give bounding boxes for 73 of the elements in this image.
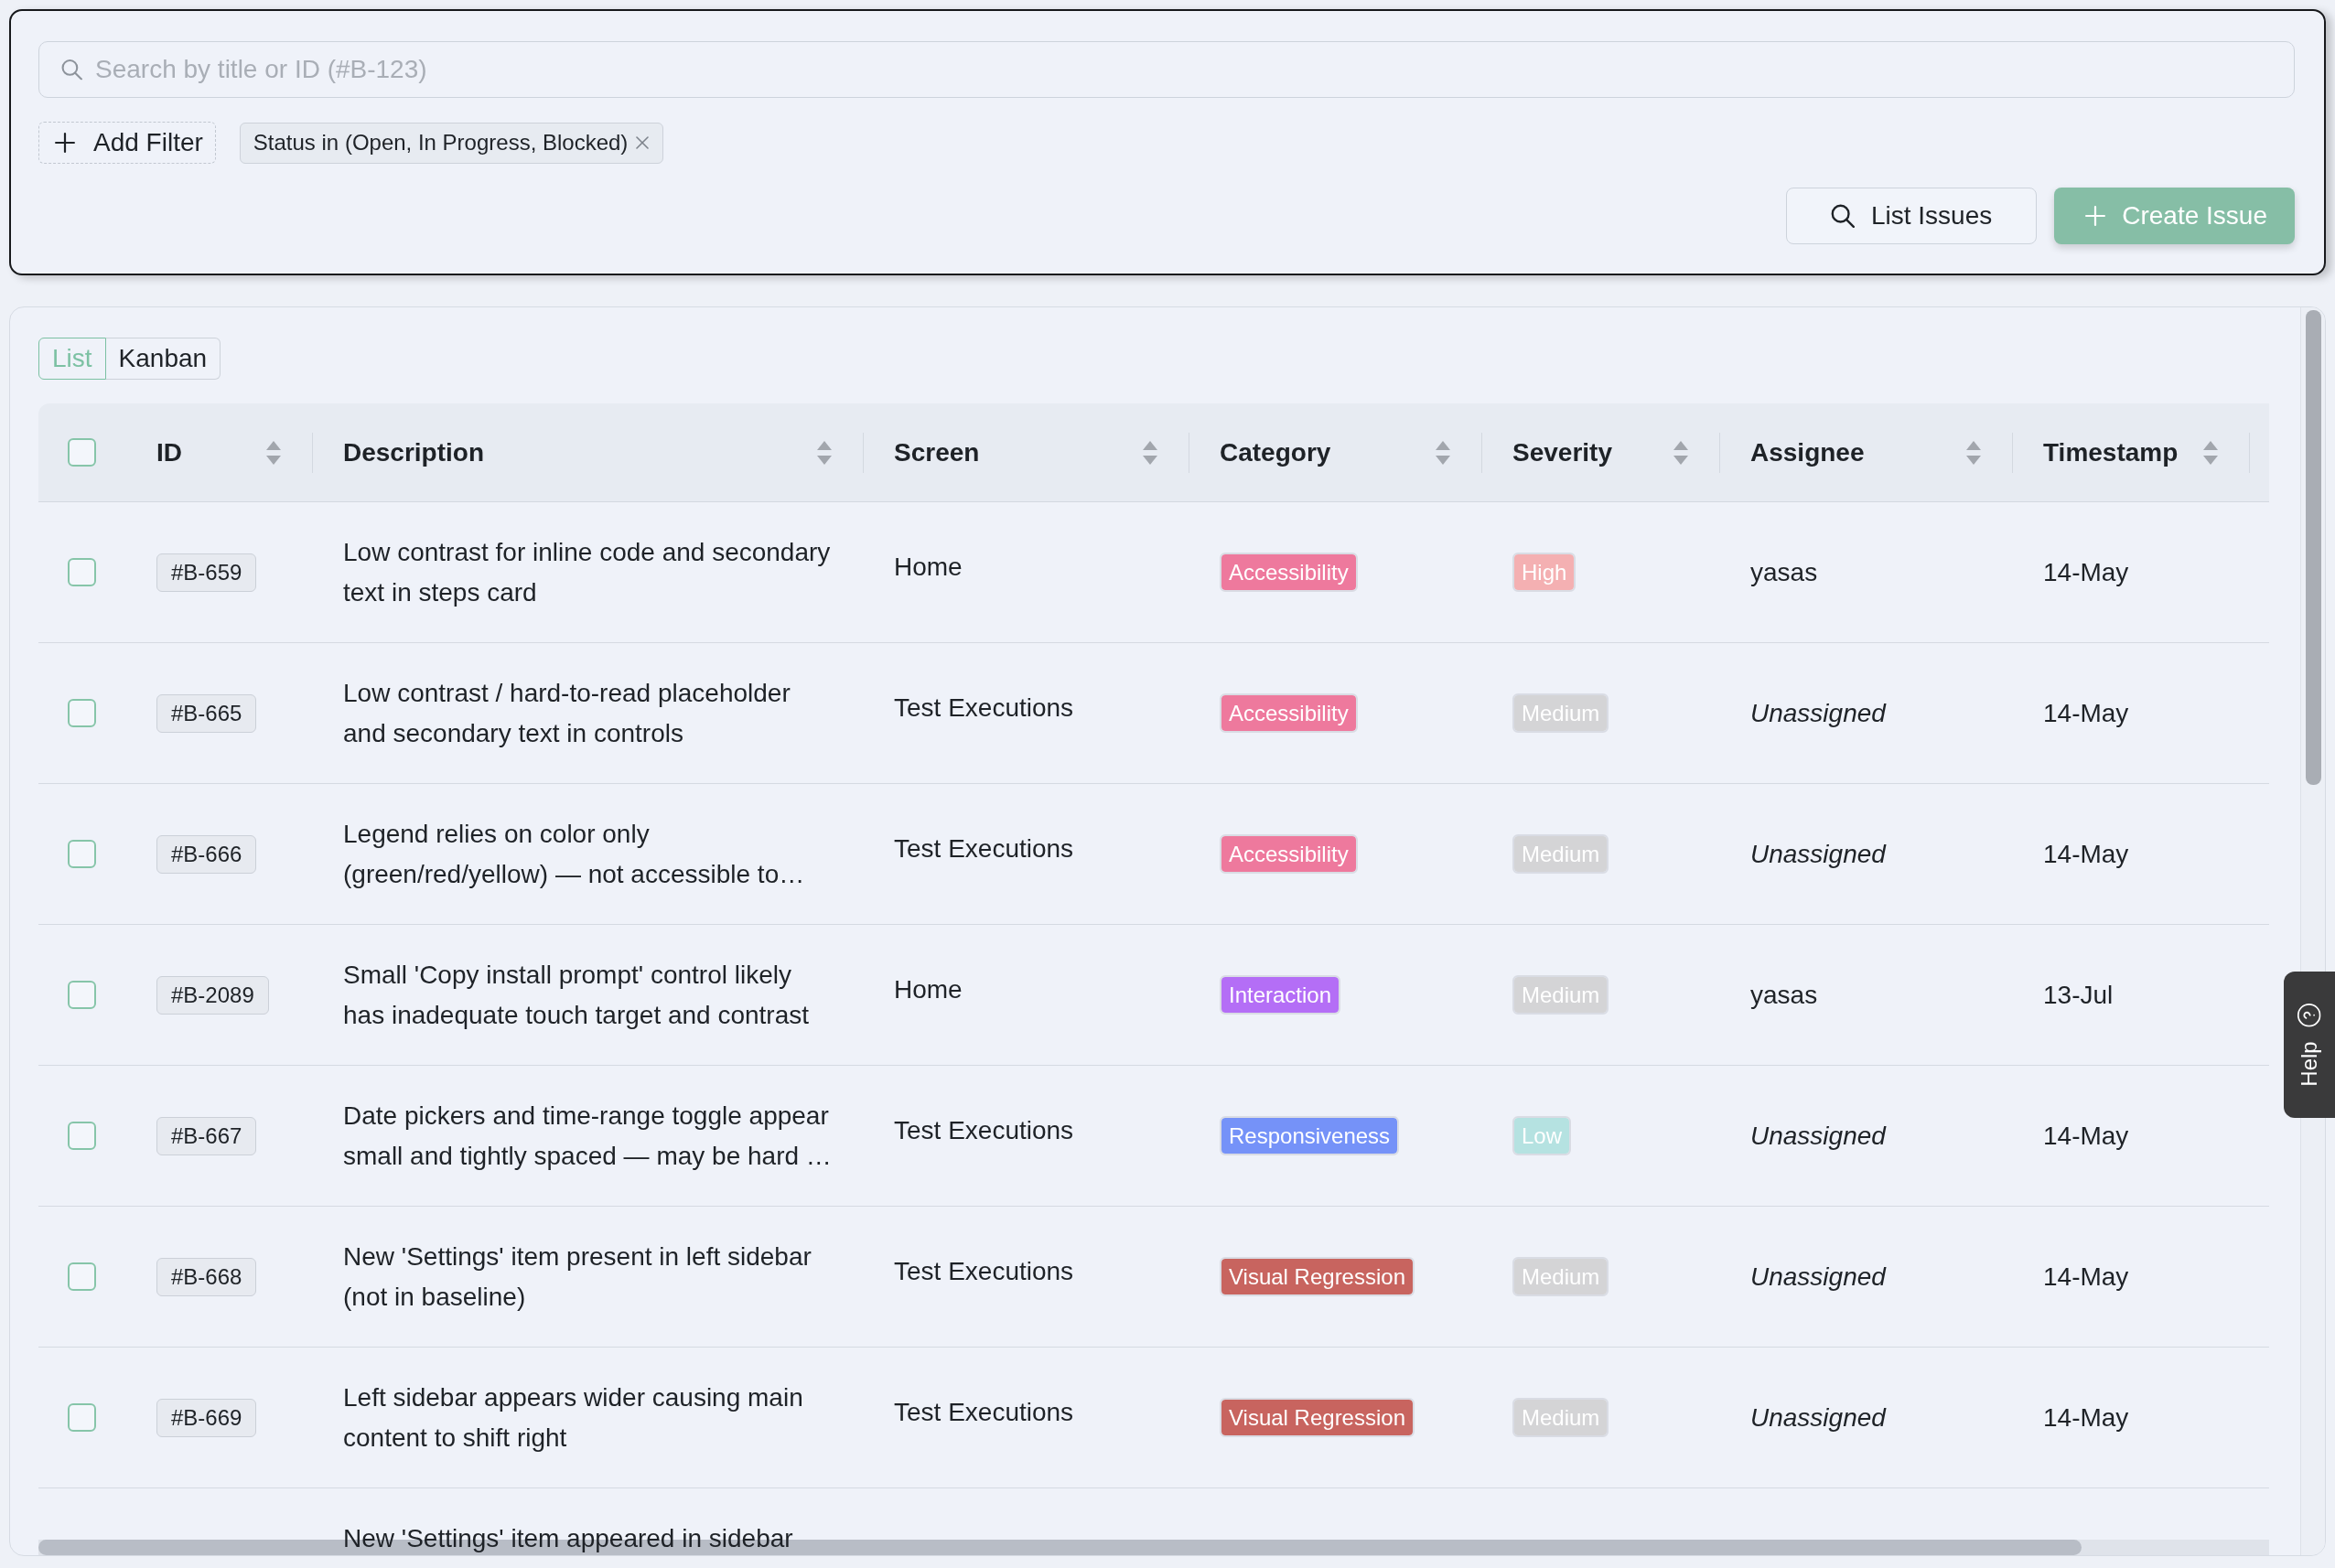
- sort-icon: [266, 440, 281, 465]
- sort-icon: [1966, 440, 1981, 465]
- plus-icon: [55, 133, 75, 153]
- screen-name: Test Executions: [894, 693, 1074, 723]
- issue-id-tag: #B-666: [156, 834, 257, 874]
- search-field[interactable]: Search by title or ID (#B-123): [38, 41, 2295, 98]
- issue-id-tag: #B-2089: [156, 975, 269, 1015]
- assignee-name: Unassigned: [1750, 839, 1886, 869]
- timestamp: 14-May: [2043, 1262, 2129, 1292]
- category-tag: Accessibility: [1220, 693, 1358, 733]
- row-checkbox[interactable]: [68, 1122, 96, 1150]
- description-text: Small 'Copy install prompt' control likely has inadequate touch target and contrast: [343, 960, 811, 1031]
- timestamp: 13-Jul: [2043, 980, 2114, 1010]
- screen-name: Home: [894, 552, 963, 582]
- category-tag: Visual Regression: [1220, 1257, 1415, 1296]
- sort-icon: [1143, 440, 1157, 465]
- description-text: Left sidebar appears wider causing main content to shift right: [343, 1382, 804, 1454]
- search-icon: [61, 59, 82, 81]
- view-tab[interactable]: Kanban: [105, 338, 221, 380]
- sort-icon: [817, 440, 832, 465]
- row-checkbox[interactable]: [68, 840, 96, 868]
- row-checkbox[interactable]: [68, 1403, 96, 1432]
- add-filter-button[interactable]: Add Filter: [38, 122, 216, 164]
- assignee-name: Unassigned: [1750, 698, 1886, 728]
- timestamp: 14-May: [2043, 1121, 2129, 1151]
- sort-icon: [1436, 440, 1450, 465]
- issue-id-tag: #B-659: [156, 553, 257, 592]
- row-checkbox[interactable]: [68, 981, 96, 1009]
- row-checkbox[interactable]: [68, 1262, 96, 1291]
- description-text: New 'Settings' item appeared in sidebar: [343, 1523, 794, 1554]
- category-tag: Responsiveness: [1220, 1116, 1400, 1155]
- screen-name: Test Executions: [894, 1115, 1074, 1145]
- help-icon: [2297, 1003, 2321, 1027]
- filter-label: Status in (Open, In Progress, Blocked): [253, 130, 629, 156]
- assignee-name: Unassigned: [1750, 1402, 1886, 1433]
- severity-tag: Low: [1512, 1116, 1572, 1155]
- issue-id-tag: #B-665: [156, 693, 257, 733]
- list-button[interactable]: List Issues: [1785, 188, 2038, 244]
- description-text: New 'Settings' item present in left sidebar (not in baseline): [343, 1241, 812, 1313]
- close-icon[interactable]: [636, 136, 650, 149]
- screen-name: Test Executions: [894, 1256, 1074, 1286]
- screen-name: Home: [894, 974, 963, 1004]
- timestamp: 14-May: [2043, 839, 2129, 869]
- timestamp: 14-May: [2043, 557, 2129, 587]
- category-tag: Accessibility: [1220, 553, 1358, 592]
- description-text: Date pickers and time-range toggle appear small and tightly spaced — may be hard …: [343, 1101, 833, 1172]
- issue-id-tag: #B-669: [156, 1398, 257, 1437]
- category-tag: Accessibility: [1220, 834, 1358, 874]
- screen-name: Test Executions: [894, 833, 1074, 864]
- severity-tag: High: [1512, 553, 1576, 592]
- assignee-name: yasas: [1750, 980, 1818, 1010]
- assignee-name: Unassigned: [1750, 1262, 1886, 1292]
- description-text: Low contrast / hard-to-read placeholder and secondary text in controls: [343, 678, 791, 749]
- category-tag: Interaction: [1220, 975, 1341, 1015]
- assignee-name: Unassigned: [1750, 1121, 1886, 1151]
- description-text: Legend relies on color only (green/red/yellow) — not accessible to…: [343, 819, 806, 890]
- sort-icon: [2203, 440, 2218, 465]
- timestamp: 14-May: [2043, 1402, 2129, 1433]
- sort-icon: [1673, 440, 1688, 465]
- row-checkbox[interactable]: [68, 558, 96, 586]
- help-tab[interactable]: Help: [2284, 972, 2335, 1118]
- screen-name: Test Executions: [894, 1397, 1074, 1427]
- category-tag: Visual Regression: [1220, 1398, 1415, 1437]
- description-text: Low contrast for inline code and secondary text in steps card: [343, 537, 832, 608]
- search-icon: [1830, 204, 1855, 228]
- timestamp: 14-May: [2043, 698, 2129, 728]
- scrollbar-thumb[interactable]: [2306, 310, 2321, 785]
- row-checkbox[interactable]: [68, 699, 96, 727]
- issue-id-tag: #B-668: [156, 1257, 257, 1296]
- select-all-checkbox[interactable]: [68, 438, 96, 467]
- assignee-name: yasas: [1750, 557, 1818, 587]
- plus-icon: [2085, 206, 2106, 226]
- issue-id-tag: #B-667: [156, 1116, 257, 1155]
